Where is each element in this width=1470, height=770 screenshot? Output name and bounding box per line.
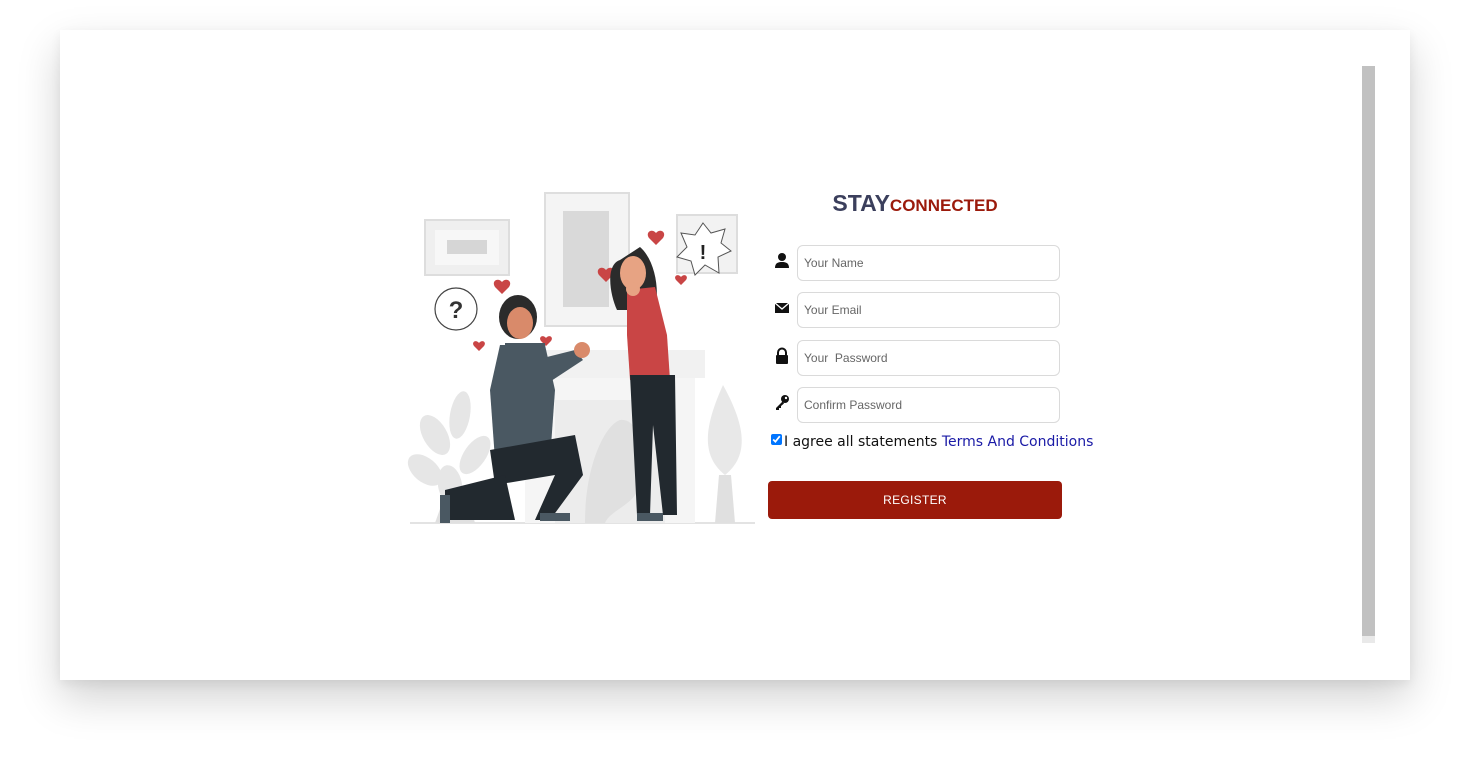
email-input[interactable] — [797, 292, 1060, 328]
illustration-svg: ? ! — [407, 192, 755, 524]
envelope-icon — [774, 302, 790, 313]
confirm-password-input[interactable] — [797, 387, 1060, 423]
vertical-scrollbar[interactable] — [1362, 66, 1375, 643]
user-icon — [775, 253, 789, 268]
name-input[interactable] — [797, 245, 1060, 281]
confirm-password-field-row — [770, 387, 1062, 425]
brand-stay: STAY — [832, 190, 890, 216]
svg-text:!: ! — [700, 242, 707, 264]
proposal-illustration: ? ! — [405, 185, 760, 530]
brand-title: STAYCONNECTED — [768, 190, 1062, 217]
agree-checkbox[interactable] — [771, 434, 782, 445]
name-field-row — [770, 245, 1062, 283]
agree-text: I agree all statements — [784, 434, 938, 450]
password-input[interactable] — [797, 340, 1060, 376]
brand-connected: CONNECTED — [889, 196, 998, 215]
lock-icon — [776, 347, 788, 364]
terms-link[interactable]: Terms And Conditions — [942, 434, 1094, 450]
agree-row: I agree all statements Terms And Conditi… — [771, 434, 1093, 450]
key-icon — [776, 395, 789, 410]
email-field-row — [770, 292, 1062, 330]
register-button[interactable]: REGISTER — [768, 481, 1062, 519]
password-field-row — [770, 340, 1062, 378]
svg-text:?: ? — [449, 297, 464, 324]
scrollbar-thumb[interactable] — [1362, 66, 1375, 636]
